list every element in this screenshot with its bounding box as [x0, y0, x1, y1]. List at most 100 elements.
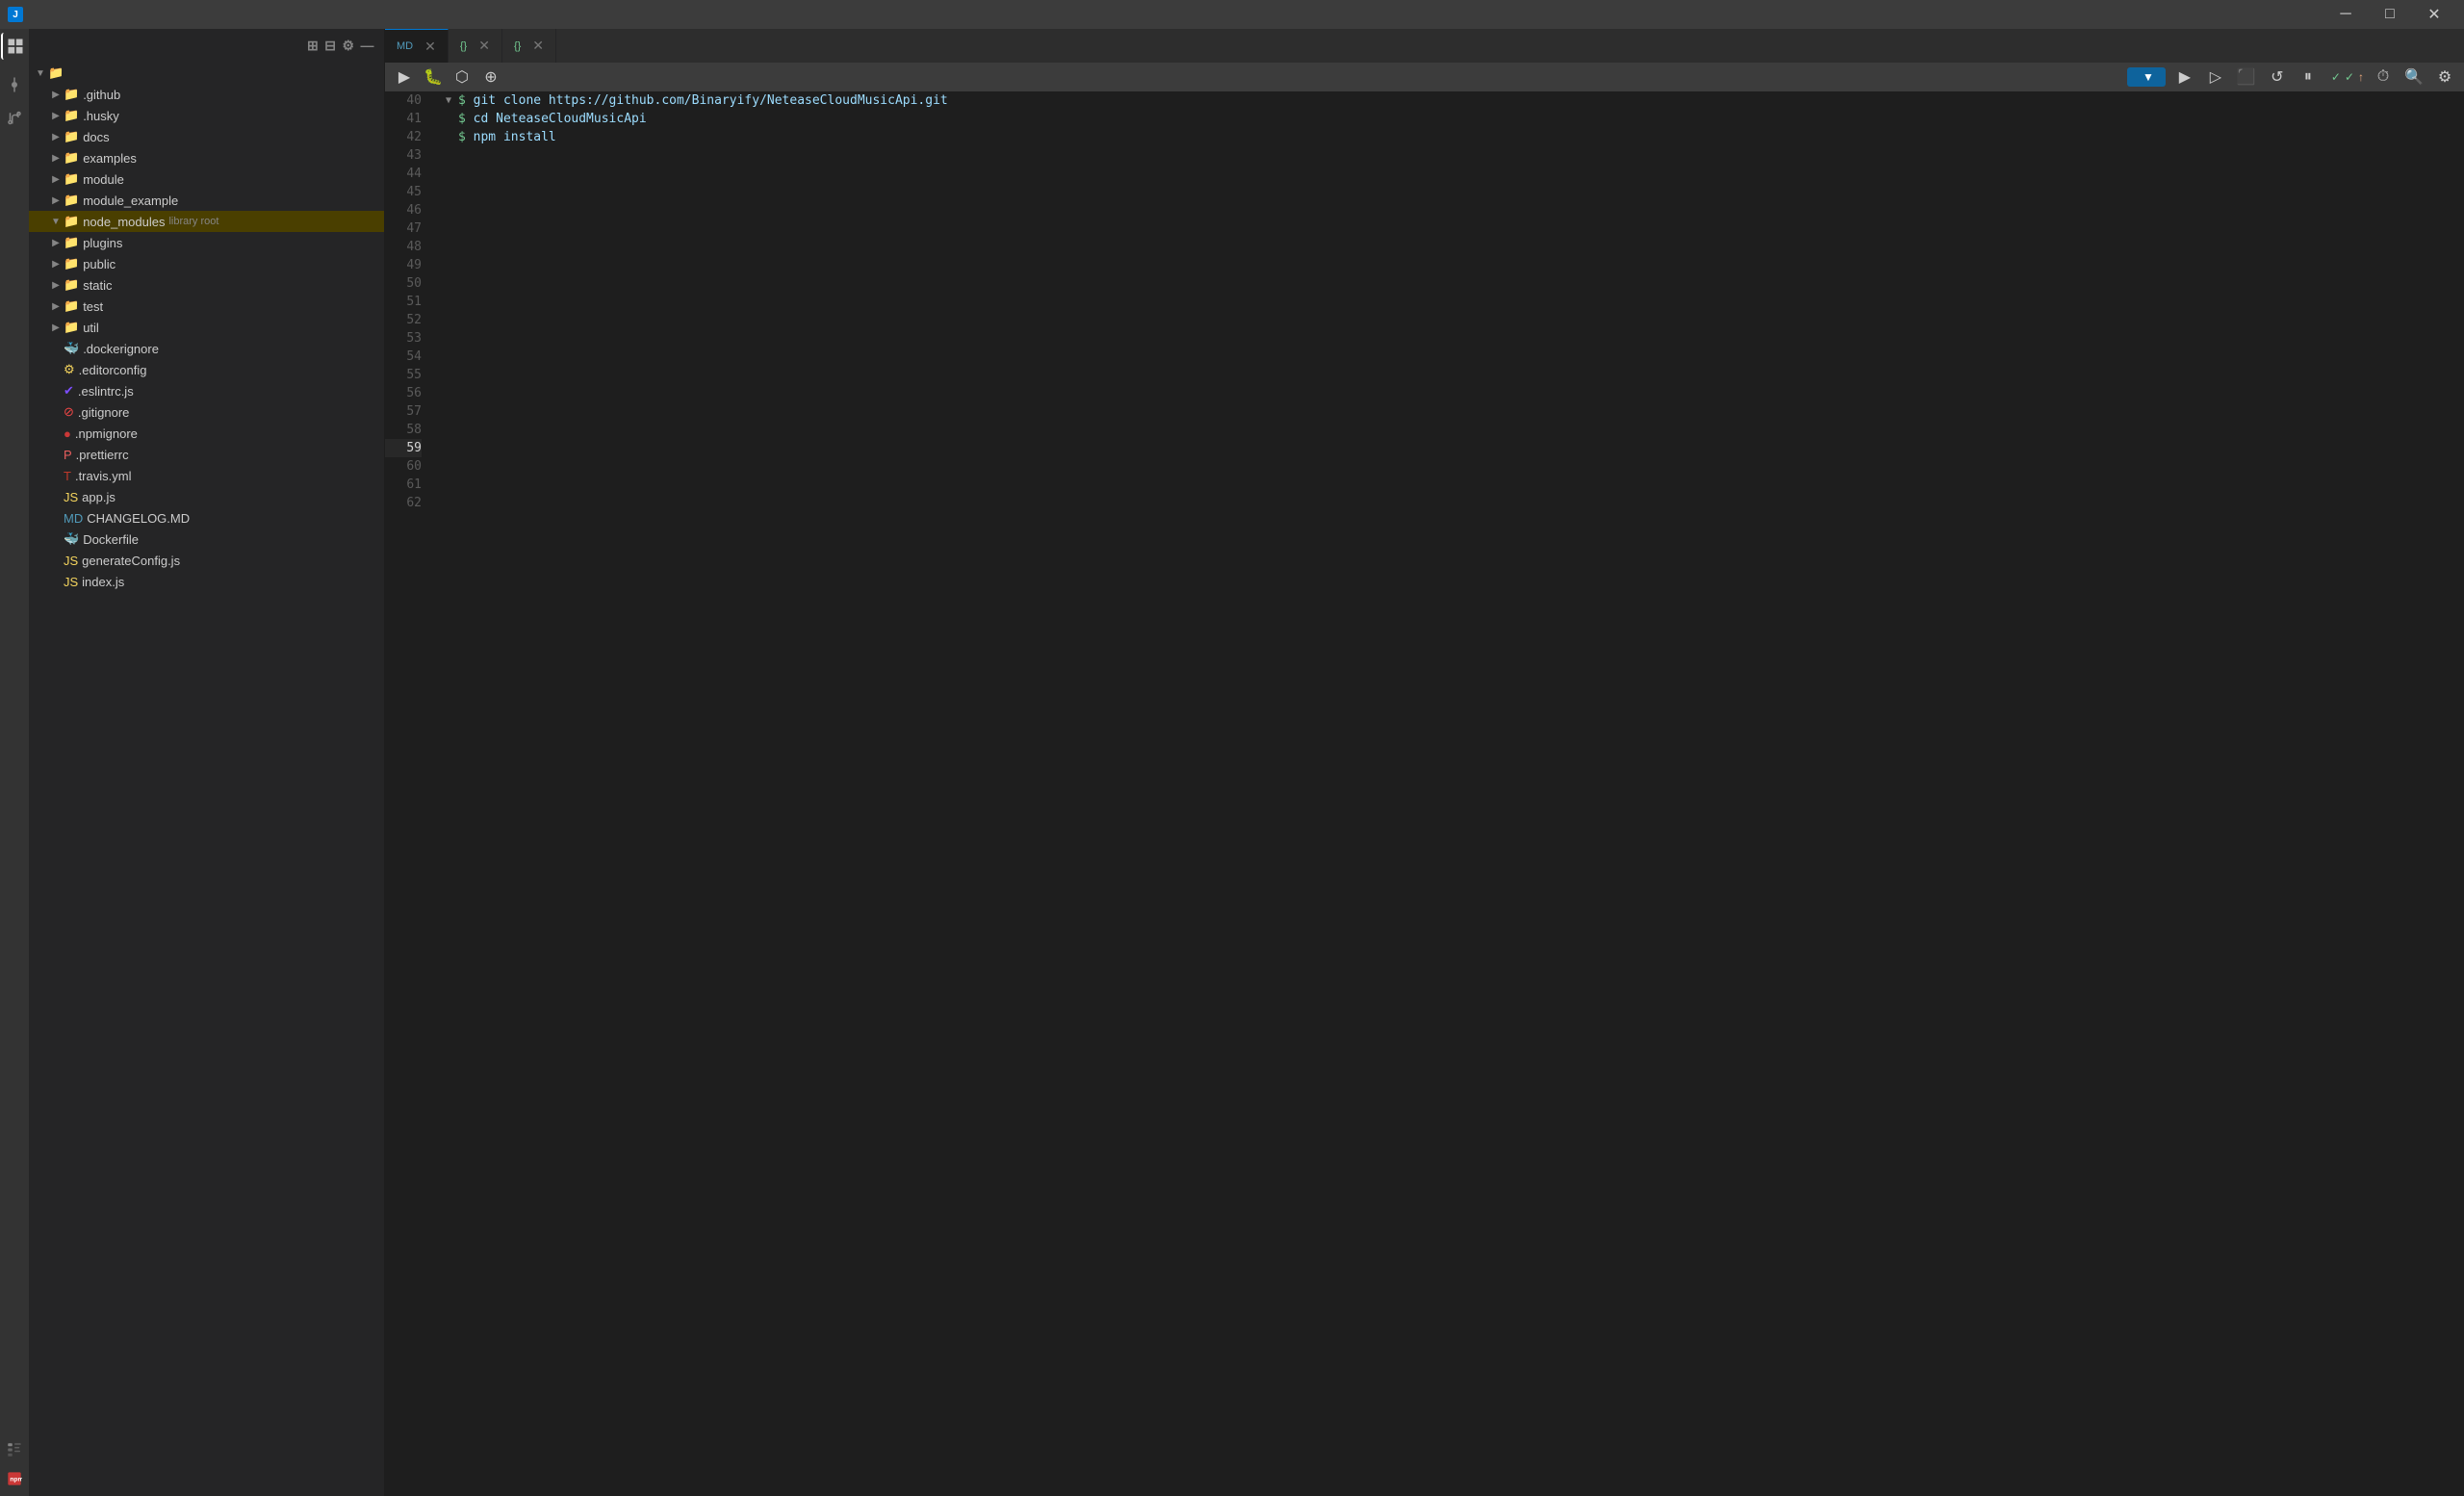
debug-button[interactable]: 🐛: [422, 65, 445, 89]
menu-git[interactable]: [167, 13, 183, 16]
tree-item-examples[interactable]: ▶ 📁 examples: [29, 147, 384, 168]
menu-refactor[interactable]: [116, 13, 131, 16]
tree-item-npmignore[interactable]: ● .npmignore: [29, 423, 384, 444]
menu-file[interactable]: [29, 13, 44, 16]
tab-readme-close[interactable]: ✕: [424, 39, 436, 55]
coverage-button[interactable]: ⬡: [450, 65, 474, 89]
tree-root[interactable]: ▼ 📁: [29, 63, 384, 84]
menu-run[interactable]: [133, 13, 148, 16]
tree-item-static[interactable]: ▶ 📁 static: [29, 274, 384, 296]
tree-item-plugins[interactable]: ▶ 📁 plugins: [29, 232, 384, 253]
tree-item-gitignore[interactable]: ⊘ .gitignore: [29, 401, 384, 423]
tree-item-travis[interactable]: T .travis.yml: [29, 465, 384, 486]
tree-item-docs[interactable]: ▶ 📁 docs: [29, 126, 384, 147]
tree-item-eslintrc[interactable]: ✔ .eslintrc.js: [29, 380, 384, 401]
examples-folder-icon: 📁: [64, 150, 79, 166]
collapse-all-icon[interactable]: ⊟: [324, 38, 336, 54]
tab-package[interactable]: {} ✕: [502, 29, 556, 63]
tree-item-indexjs[interactable]: JS index.js: [29, 571, 384, 592]
menu-bar: [29, 13, 218, 16]
tree-item-husky[interactable]: ▶ 📁 .husky: [29, 105, 384, 126]
debug-btn2[interactable]: ▷: [2204, 65, 2227, 89]
prettierrc-icon: P: [64, 448, 72, 462]
close-button[interactable]: ✕: [2412, 0, 2456, 29]
public-arrow: ▶: [48, 259, 64, 270]
tree-item-test[interactable]: ▶ 📁 test: [29, 296, 384, 317]
code-area[interactable]: ▼ $ git clone https://github.com/Binaryi…: [433, 91, 2464, 1496]
tree-item-dockerignore[interactable]: 🐳 .dockerignore: [29, 338, 384, 359]
tab-readme[interactable]: MD ✕: [385, 29, 449, 63]
activity-npm[interactable]: npm: [1, 1465, 28, 1492]
maximize-button[interactable]: □: [2368, 0, 2412, 29]
minimize-button[interactable]: ─: [2323, 0, 2368, 29]
npmignore-label: .npmignore: [75, 426, 138, 441]
title-bar: J ─ □ ✕: [0, 0, 2464, 29]
menu-navigate[interactable]: [81, 13, 96, 16]
run-button[interactable]: ▶: [393, 65, 416, 89]
plugins-label: plugins: [83, 236, 122, 250]
tree-item-generateconfig[interactable]: JS generateConfig.js: [29, 550, 384, 571]
dockerfile-label: Dockerfile: [83, 532, 139, 547]
tree-item-util[interactable]: ▶ 📁 util: [29, 317, 384, 338]
git-arrow: ↑: [2358, 70, 2364, 84]
tree-item-dockerfile[interactable]: 🐳 Dockerfile: [29, 529, 384, 550]
plugins-arrow: ▶: [48, 238, 64, 248]
tree-item-module[interactable]: ▶ 📁 module: [29, 168, 384, 190]
tab-readme-icon: MD: [397, 40, 413, 52]
activity-project[interactable]: [1, 33, 28, 60]
settings-toolbar-btn[interactable]: ⚙: [2433, 65, 2456, 89]
menu-help[interactable]: [202, 13, 218, 16]
close-sidebar-icon[interactable]: —: [361, 38, 375, 54]
tree-item-public[interactable]: ▶ 📁 public: [29, 253, 384, 274]
search-toolbar-btn[interactable]: 🔍: [2402, 65, 2426, 89]
node-modules-folder-icon: 📁: [64, 214, 79, 229]
test-label: test: [83, 299, 103, 314]
menu-tools[interactable]: [150, 13, 166, 16]
dockerignore-label: .dockerignore: [83, 342, 159, 356]
tree-item-module-example[interactable]: ▶ 📁 module_example: [29, 190, 384, 211]
static-folder-icon: 📁: [64, 277, 79, 293]
editorconfig-icon: ⚙: [64, 362, 75, 377]
fold-40[interactable]: ▼: [443, 91, 454, 110]
docs-folder-icon: 📁: [64, 129, 79, 144]
tree-item-github[interactable]: ▶ 📁 .github: [29, 84, 384, 105]
stop-btn[interactable]: ⬛: [2235, 65, 2258, 89]
menu-window[interactable]: [185, 13, 200, 16]
tree-item-appjs[interactable]: JS app.js: [29, 486, 384, 507]
pause-btn[interactable]: ⏸: [2297, 65, 2320, 89]
sidebar: ⊞ ⊟ ⚙ — ▼ 📁 ▶ 📁 .github: [29, 29, 385, 1496]
tree-item-prettierrc[interactable]: P .prettierrc: [29, 444, 384, 465]
git-check2: ✓: [2345, 70, 2354, 84]
examples-arrow: ▶: [48, 153, 64, 164]
module-example-label: module_example: [83, 193, 178, 208]
generateconfig-icon: JS: [64, 554, 78, 568]
line-numbers: 4041424344 4546474849 5051525354 5556575…: [385, 91, 433, 1496]
menu-edit[interactable]: [46, 13, 62, 16]
settings-icon[interactable]: ⚙: [342, 38, 354, 54]
tab-renovate[interactable]: {} ✕: [449, 29, 502, 63]
tree-item-editorconfig[interactable]: ⚙ .editorconfig: [29, 359, 384, 380]
generateconfig-label: generateConfig.js: [82, 554, 180, 568]
activity-commit[interactable]: [1, 71, 28, 98]
activity-pull-requests[interactable]: [1, 106, 28, 133]
tab-package-close[interactable]: ✕: [532, 38, 544, 54]
profile-button[interactable]: ⊕: [479, 65, 502, 89]
eslintrc-label: .eslintrc.js: [78, 384, 134, 399]
restart-btn[interactable]: ↺: [2266, 65, 2289, 89]
appjs-icon: JS: [64, 490, 78, 504]
tree-item-node-modules[interactable]: ▼ 📁 node_modules library root: [29, 211, 384, 232]
new-folder-icon[interactable]: ⊞: [307, 38, 319, 54]
current-file-button[interactable]: ▼: [2127, 67, 2166, 87]
tree-item-changelog[interactable]: MD CHANGELOG.MD: [29, 507, 384, 529]
menu-view[interactable]: [64, 13, 79, 16]
menu-code[interactable]: [98, 13, 114, 16]
tab-renovate-close[interactable]: ✕: [478, 38, 490, 54]
history-btn[interactable]: ⏱: [2372, 65, 2395, 89]
husky-label: .husky: [83, 109, 119, 123]
node-modules-arrow: ▼: [48, 217, 64, 227]
module-folder-icon: 📁: [64, 171, 79, 187]
run-btn2[interactable]: ▶: [2173, 65, 2196, 89]
activity-structure[interactable]: [1, 1436, 28, 1463]
husky-folder-icon: 📁: [64, 108, 79, 123]
public-folder-icon: 📁: [64, 256, 79, 271]
